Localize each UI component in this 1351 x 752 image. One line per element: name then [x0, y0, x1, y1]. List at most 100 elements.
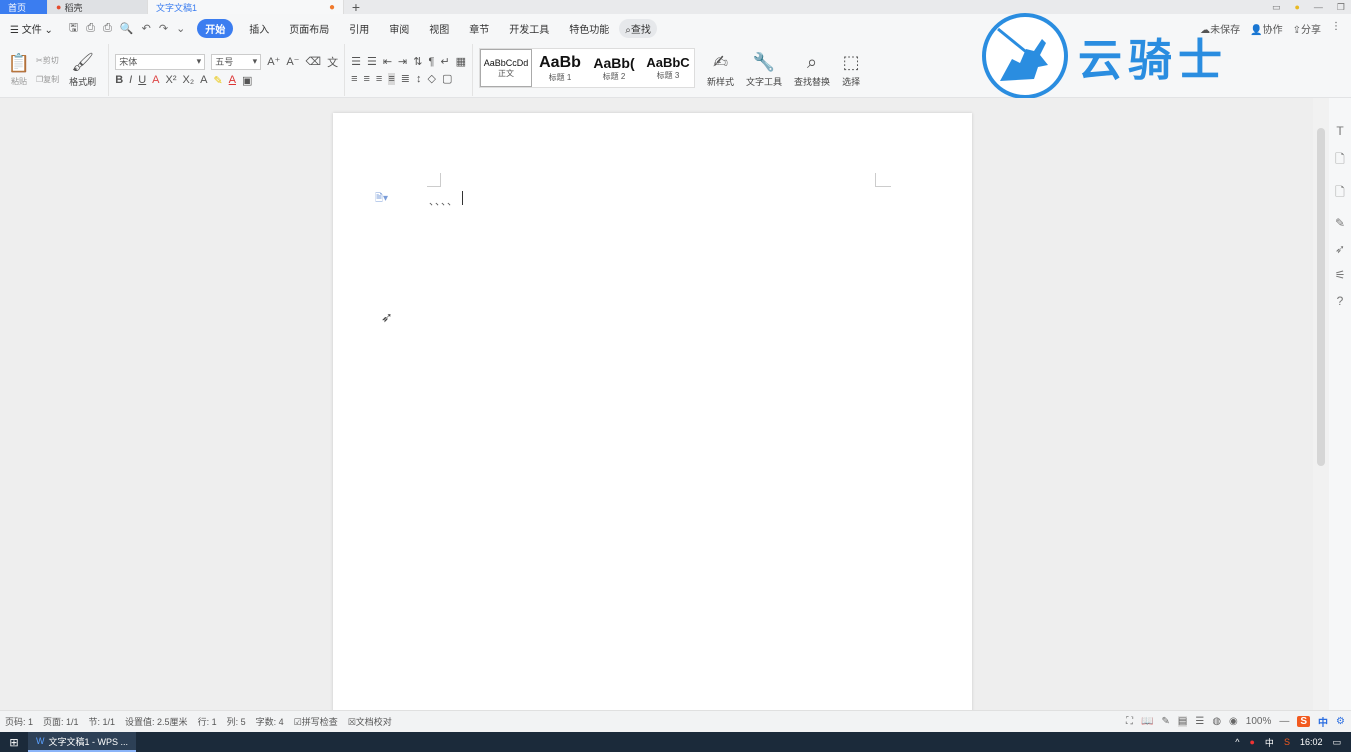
tab-features[interactable]: 特色功能 — [559, 21, 619, 36]
web-view-icon[interactable]: ◍ — [1212, 716, 1221, 727]
template-icon[interactable]: 🗋 — [1335, 183, 1345, 204]
tray-chevron-icon[interactable]: ^ — [1235, 737, 1239, 747]
style-heading-1[interactable]: AaBb 标题 1 — [534, 49, 586, 87]
eye-icon[interactable]: ◉ — [1229, 716, 1238, 727]
line-break-icon[interactable]: ↵ — [440, 55, 449, 68]
text-tools-button[interactable]: 🔧 文字工具 — [740, 44, 788, 96]
zoom-level[interactable]: 100% — [1246, 716, 1272, 727]
tab-daoke[interactable]: ● 稻壳 — [48, 0, 148, 14]
document-text[interactable]: 、、、、 — [429, 193, 458, 208]
help-icon[interactable]: ? — [1337, 294, 1344, 308]
write-mode-icon[interactable]: ✎ — [1162, 716, 1170, 727]
decrease-indent-icon[interactable]: ⇤ — [383, 55, 392, 68]
outline-view-icon[interactable]: ☰ — [1195, 716, 1204, 727]
print-icon[interactable]: ⎙ — [103, 22, 112, 35]
save-icon[interactable]: 🖫 — [69, 19, 78, 38]
paragraph-options-icon[interactable]: 🗎▾ — [375, 191, 388, 208]
page-view-icon[interactable]: ▤ — [1177, 716, 1188, 727]
minimize-icon[interactable]: — — [1314, 2, 1323, 12]
shrink-font-icon[interactable]: A⁻ — [286, 55, 299, 68]
style-heading-2[interactable]: AaBb(标题 2 — [588, 49, 640, 87]
highlight-icon[interactable]: ✎ — [213, 74, 222, 87]
tab-insert[interactable]: 插入 — [239, 21, 279, 36]
superscript-icon[interactable]: X² — [166, 74, 177, 86]
avatar[interactable]: ● — [1294, 2, 1299, 12]
restore-icon[interactable]: ❐ — [1337, 2, 1345, 13]
text-format-icon[interactable]: T — [1336, 124, 1343, 138]
char-border-icon[interactable]: ▣ — [242, 74, 252, 87]
settings-slider-icon[interactable]: ⚟ — [1335, 268, 1346, 282]
ime-logo-icon[interactable]: S — [1297, 716, 1311, 727]
record-icon[interactable]: ● — [1249, 737, 1254, 747]
tab-reference[interactable]: 引用 — [339, 21, 379, 36]
italic-icon[interactable]: I — [129, 74, 132, 86]
tab-view[interactable]: 视图 — [419, 21, 459, 36]
page-icon[interactable]: 🗋 — [1335, 150, 1345, 171]
tab-start[interactable]: 开始 — [197, 18, 234, 38]
read-mode-icon[interactable]: 📖 — [1141, 716, 1153, 727]
tab-home[interactable]: 首页 — [0, 0, 48, 14]
proofread-button[interactable]: ☒文档校对 — [343, 715, 397, 728]
customize-icon[interactable]: ⌄ — [176, 22, 185, 35]
font-color-icon[interactable]: A — [229, 74, 236, 86]
zoom-out-icon[interactable]: — — [1279, 716, 1289, 727]
search-button[interactable]: ⌕查找 — [619, 18, 657, 38]
tab-layout[interactable]: 页面布局 — [279, 21, 339, 36]
notification-icon[interactable]: ▭ — [1332, 737, 1341, 748]
sort-icon[interactable]: ⇅ — [413, 55, 422, 68]
find-replace-button[interactable]: ⌕ 查找替换 — [788, 44, 836, 96]
redo-icon[interactable]: ↷ — [159, 22, 168, 35]
tab-chapter[interactable]: 章节 — [459, 21, 499, 36]
more-icon[interactable]: ⋮ — [1331, 21, 1341, 36]
shading-icon[interactable]: ◇ — [427, 72, 435, 85]
undo-icon[interactable]: ↶ — [142, 22, 151, 35]
style-normal[interactable]: AaBbCcDd 正文 — [480, 49, 533, 87]
tab-developer[interactable]: 开发工具 — [499, 21, 559, 36]
bold-icon[interactable]: B — [115, 74, 123, 86]
spell-check-toggle[interactable]: ☑拼写检查 — [289, 715, 343, 728]
copy-button[interactable]: ❐复制 — [36, 74, 59, 85]
scrollbar-thumb[interactable] — [1317, 128, 1325, 466]
new-tab-button[interactable]: + — [344, 0, 368, 15]
fullscreen-icon[interactable]: ⛶ — [1126, 716, 1133, 727]
paste-button[interactable]: 📋 粘贴 — [6, 44, 32, 96]
font-size-select[interactable]: 五号 ▾ — [211, 53, 262, 70]
table-line-icon[interactable]: ▦ — [456, 55, 466, 68]
underline-icon[interactable]: U — [138, 74, 146, 86]
windows-start-icon[interactable]: ⊞ — [0, 736, 28, 749]
distribute-icon[interactable]: ≣ — [401, 72, 410, 85]
file-menu[interactable]: ☰ 文件 ⌄ — [0, 21, 63, 36]
ime-language[interactable]: 中 — [1318, 714, 1328, 729]
tab-document[interactable]: 文字文稿1 ● — [148, 0, 344, 14]
bullet-list-icon[interactable]: ☰ — [351, 55, 361, 68]
subscript-icon[interactable]: X₂ — [183, 74, 195, 86]
numbered-list-icon[interactable]: ☰ — [367, 55, 377, 68]
cut-button[interactable]: ✂剪切 — [36, 55, 59, 66]
style-heading-3[interactable]: AaBbC 标题 3 — [642, 49, 694, 87]
ime-tools-icon[interactable]: ⚙ — [1336, 716, 1345, 727]
border-icon[interactable]: ▢ — [442, 72, 452, 85]
vertical-scrollbar[interactable] — [1313, 98, 1329, 710]
font-name-select[interactable]: 宋体 ▾ — [115, 53, 206, 70]
tray-ime[interactable]: 中 — [1265, 736, 1274, 749]
text-effect-icon[interactable]: A — [200, 74, 207, 86]
export-icon[interactable]: ⎙ — [86, 22, 95, 35]
edit-icon[interactable]: ✎ — [1335, 216, 1345, 230]
pointer-icon[interactable]: ➶ — [1335, 242, 1345, 256]
format-painter-button[interactable]: 🖌 格式刷 — [63, 44, 102, 96]
show-marks-icon[interactable]: ¶ — [428, 56, 434, 68]
align-right-icon[interactable]: ≡ — [376, 73, 382, 85]
line-spacing-icon[interactable]: ↕ — [416, 73, 422, 85]
clear-format-icon[interactable]: ⌫ — [306, 55, 322, 68]
select-button[interactable]: ⬚ 选择 — [836, 44, 866, 96]
align-center-icon[interactable]: ≡ — [363, 73, 369, 85]
status-word-count[interactable]: 字数: 4 — [251, 715, 289, 728]
align-left-icon[interactable]: ≡ — [351, 73, 357, 85]
increase-indent-icon[interactable]: ⇥ — [398, 55, 407, 68]
document-page[interactable]: 🗎▾ 、、、、 ➶ — [333, 113, 972, 713]
strikethrough-icon[interactable]: A — [152, 74, 159, 86]
clock[interactable]: 16:02 — [1300, 737, 1323, 747]
sogou-icon[interactable]: S — [1284, 737, 1290, 747]
grow-font-icon[interactable]: A⁺ — [267, 55, 280, 68]
tab-review[interactable]: 审阅 — [379, 21, 419, 36]
